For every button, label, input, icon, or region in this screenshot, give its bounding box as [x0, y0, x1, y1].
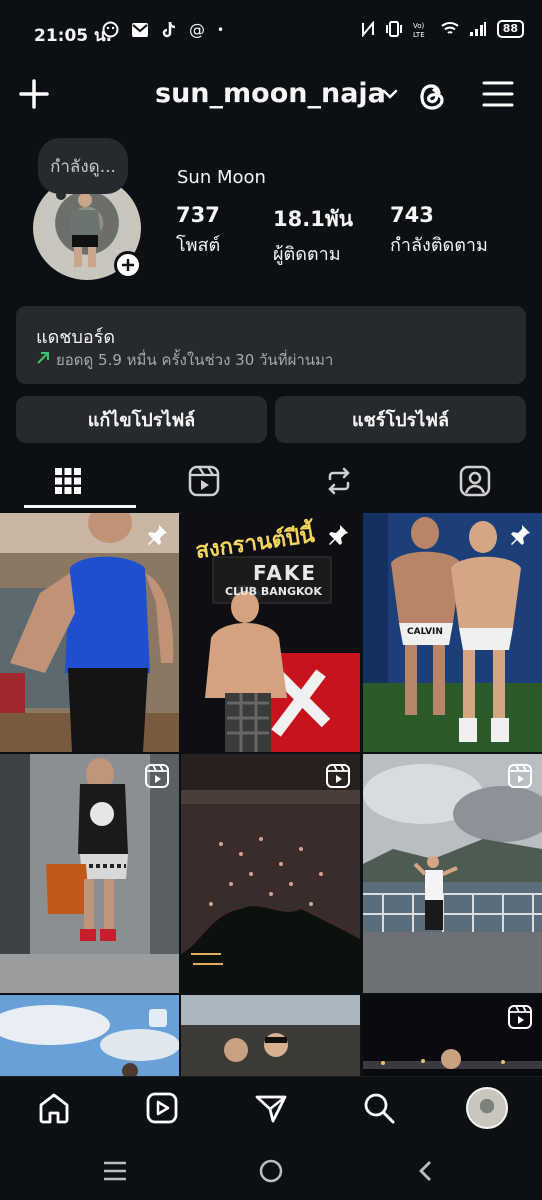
- post-2-club-city: CLUB BANGKOK: [225, 585, 322, 598]
- tab-reels[interactable]: [136, 456, 271, 506]
- nav-profile-avatar[interactable]: [466, 1087, 508, 1129]
- grid-post-9[interactable]: [363, 995, 542, 1076]
- followers-count: 18.1พัน: [273, 207, 354, 231]
- status-right-icons: Vo) LTE 88: [361, 20, 524, 38]
- grid-post-8[interactable]: [181, 995, 360, 1076]
- status-notification-icons: @ •: [102, 20, 224, 39]
- status-dot: •: [217, 22, 225, 37]
- reels-icon: [145, 764, 169, 788]
- following-label: กำลังติดตาม: [390, 235, 488, 256]
- create-plus-icon[interactable]: [14, 74, 54, 114]
- tab-reposts[interactable]: [271, 456, 406, 506]
- dashboard-subtitle: ยอดดู 5.9 หมื่น ครั้งในช่วง 30 วันที่ผ่า…: [56, 351, 334, 369]
- mail-icon: [132, 22, 148, 37]
- posts-count: 737: [176, 203, 220, 227]
- posts-stat[interactable]: 737 โพสต์: [176, 203, 220, 259]
- grid-post-5[interactable]: [181, 754, 360, 993]
- svg-text:LTE: LTE: [413, 31, 425, 38]
- battery-indicator: 88: [496, 20, 524, 38]
- following-stat[interactable]: 743 กำลังติดตาม: [390, 203, 488, 259]
- note-bubble-tail: [56, 190, 66, 200]
- at-symbol: @: [189, 20, 205, 39]
- dashboard-title: แดชบอร์ด: [36, 327, 116, 348]
- grid-post-7[interactable]: [0, 995, 179, 1076]
- grid-post-3[interactable]: CALVIN: [363, 513, 542, 752]
- threads-icon[interactable]: [412, 76, 452, 116]
- pinned-post-icon: [148, 525, 167, 545]
- grid-post-6[interactable]: [363, 754, 542, 993]
- nav-reels[interactable]: [142, 1088, 182, 1128]
- grid-post-1[interactable]: [0, 513, 179, 752]
- grid-post-2[interactable]: สงกรานต์ปีนี้ FAKE CLUB BANGKOK: [181, 513, 360, 752]
- selected-tab-indicator: [24, 505, 136, 508]
- reels-icon: [508, 1005, 532, 1029]
- post-8-photo: [181, 995, 360, 1076]
- grid-post-4[interactable]: [0, 754, 179, 993]
- display-name: Sun Moon: [177, 167, 266, 188]
- edit-profile-button[interactable]: แก้ไขโปรไฟล์: [16, 396, 267, 443]
- chevron-down-icon[interactable]: [380, 84, 400, 104]
- nfc-icon: [361, 21, 374, 37]
- reels-icon: [326, 764, 350, 788]
- send-icon: [255, 1095, 287, 1123]
- pinned-post-icon: [511, 525, 530, 545]
- post-3-photo: [363, 513, 542, 752]
- grid-icon: [54, 468, 81, 494]
- menu-icon[interactable]: [480, 76, 516, 112]
- vibrate-icon: [385, 21, 402, 37]
- share-profile-button[interactable]: แชร์โปรไฟล์: [275, 396, 526, 443]
- multi-photo-icon: [149, 1009, 167, 1027]
- following-count: 743: [390, 203, 434, 227]
- home-circle-icon[interactable]: [258, 1158, 284, 1184]
- wifi-icon: [441, 22, 459, 34]
- reels-icon: [188, 465, 219, 497]
- tagged-icon: [459, 465, 490, 497]
- svg-text:Vo): Vo): [413, 22, 425, 30]
- posts-label: โพสต์: [176, 235, 221, 256]
- nav-home[interactable]: [34, 1088, 74, 1128]
- post-1-photo: [0, 513, 179, 752]
- home-icon: [39, 1093, 69, 1124]
- tab-tagged[interactable]: [407, 456, 542, 506]
- add-story-button[interactable]: [114, 251, 142, 279]
- repost-icon: [327, 467, 350, 495]
- face-notification-icon: [102, 21, 119, 38]
- recent-apps-icon[interactable]: [102, 1160, 128, 1182]
- post-4-photo: [0, 754, 179, 993]
- status-time: 21:05 น.: [34, 26, 113, 46]
- followers-label: ผู้ติดตาม: [273, 244, 341, 265]
- post-5-photo: [181, 754, 360, 993]
- nav-search[interactable]: [359, 1088, 399, 1128]
- reels-icon: [508, 764, 532, 788]
- profile-username[interactable]: sun_moon_naja: [155, 78, 386, 109]
- profile-note-bubble[interactable]: กำลังดู...: [38, 138, 128, 194]
- followers-stat[interactable]: 18.1พัน ผู้ติดตาม: [273, 203, 353, 268]
- reels-icon: [146, 1092, 178, 1124]
- plus-icon: [122, 259, 134, 271]
- profile-note-text: กำลังดู...: [50, 156, 116, 177]
- volte-icon: Vo)LTE: [413, 22, 425, 38]
- search-icon: [364, 1093, 395, 1124]
- tab-posts-grid[interactable]: [0, 456, 135, 506]
- tiktok-icon: [162, 21, 176, 37]
- avatar-photo-figure: [69, 193, 101, 267]
- post-2-club-name: FAKE: [253, 561, 318, 585]
- nav-messages[interactable]: [251, 1088, 291, 1128]
- trend-up-arrow-icon: [37, 352, 49, 364]
- back-icon[interactable]: [416, 1160, 436, 1182]
- professional-dashboard[interactable]: แดชบอร์ด ยอดดู 5.9 หมื่น ครั้งในช่วง 30 …: [16, 306, 526, 384]
- pinned-post-icon: [329, 525, 348, 545]
- post-6-photo: [363, 754, 542, 993]
- signal-icon: [469, 22, 486, 36]
- post-3-underwear-brand: CALVIN: [407, 627, 443, 637]
